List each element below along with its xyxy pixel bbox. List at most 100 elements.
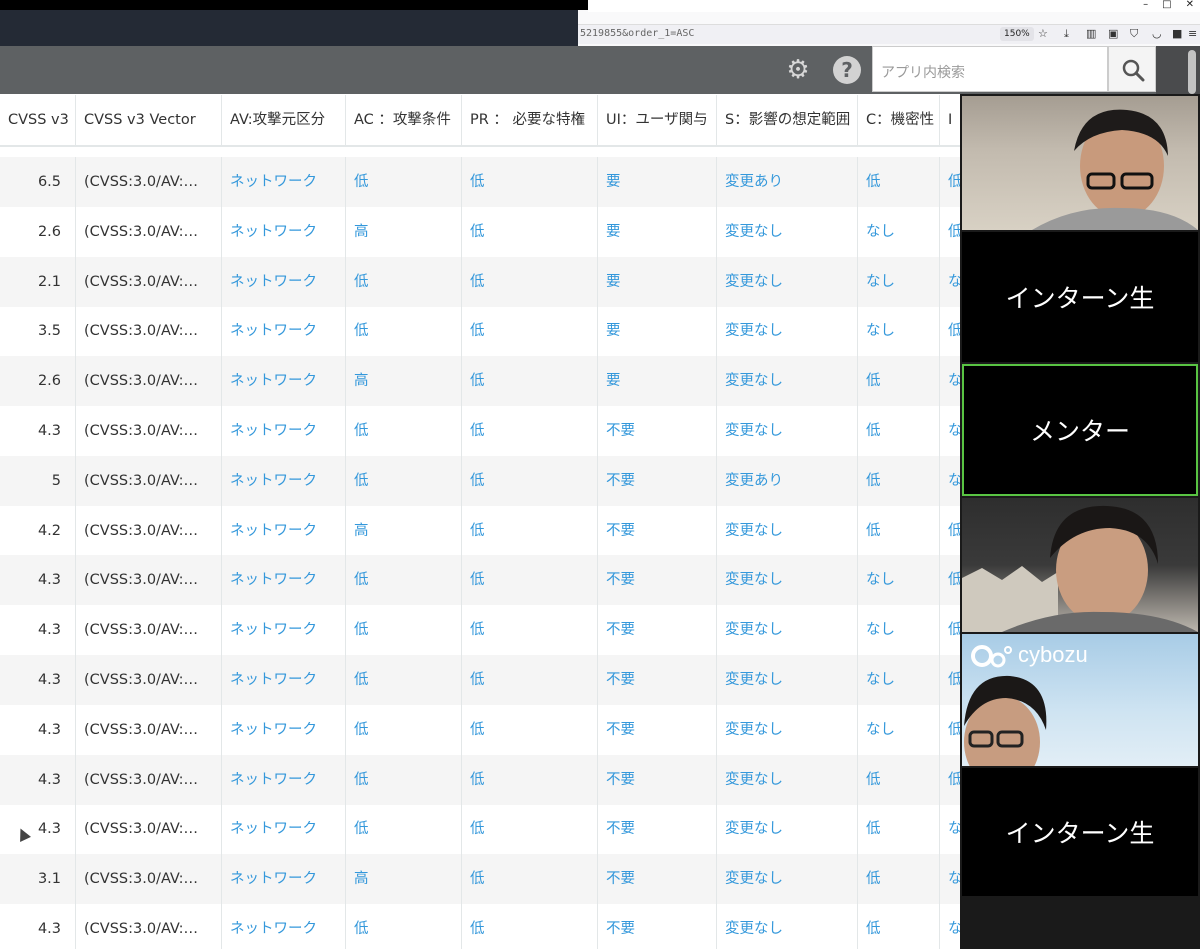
cell-pr[interactable]: 低 <box>462 206 598 257</box>
cell-ui[interactable]: 不要 <box>598 406 717 456</box>
participant-video-2[interactable] <box>962 498 1198 632</box>
cell-av[interactable]: ネットワーク <box>222 555 346 606</box>
cell-pr[interactable]: 低 <box>462 904 598 949</box>
cell-ac[interactable]: 低 <box>346 256 462 307</box>
participant-video-3[interactable]: cybozu <box>962 634 1198 766</box>
cell-av[interactable]: ネットワーク <box>222 804 346 855</box>
zoom-indicator[interactable]: 150% <box>1000 27 1034 41</box>
participant-video-1[interactable] <box>962 96 1198 230</box>
maximize-icon[interactable]: □ <box>1162 0 1171 10</box>
cell-c[interactable]: なし <box>858 256 940 307</box>
cell-ac[interactable]: 高 <box>346 505 462 556</box>
column-header-pr[interactable]: PR ： 必要な特権 <box>462 95 598 147</box>
cell-s[interactable]: 変更あり <box>717 157 858 207</box>
cell-ui[interactable]: 不要 <box>598 455 717 506</box>
cell-pr[interactable]: 低 <box>462 555 598 606</box>
participant-tile-intern-1[interactable]: インターン生 <box>962 232 1198 362</box>
cell-av[interactable]: ネットワーク <box>222 904 346 949</box>
pocket-icon[interactable]: ◡ <box>1152 27 1162 40</box>
bookmark-star-icon[interactable]: ☆ <box>1038 27 1048 40</box>
cell-c[interactable]: 低 <box>858 754 940 805</box>
cell-s[interactable]: 変更なし <box>717 356 858 407</box>
cell-ac[interactable]: 低 <box>346 306 462 357</box>
cell-ac[interactable]: 低 <box>346 904 462 949</box>
cell-av[interactable]: ネットワーク <box>222 406 346 456</box>
participant-tile-mentor[interactable]: メンター <box>962 364 1198 496</box>
cell-av[interactable]: ネットワーク <box>222 505 346 556</box>
cell-c[interactable]: 低 <box>858 804 940 855</box>
cell-ac[interactable]: 高 <box>346 356 462 407</box>
cell-ac[interactable]: 低 <box>346 157 462 207</box>
url-text[interactable]: 5219855&order_1=ASC <box>580 28 694 39</box>
cell-c[interactable]: なし <box>858 206 940 257</box>
menu-icon[interactable]: ≡ <box>1188 27 1197 40</box>
cell-c[interactable]: 低 <box>858 157 940 207</box>
cell-ui[interactable]: 要 <box>598 356 717 407</box>
cell-ac[interactable]: 低 <box>346 455 462 506</box>
cell-pr[interactable]: 低 <box>462 157 598 207</box>
cell-ac[interactable]: 低 <box>346 555 462 606</box>
cell-pr[interactable]: 低 <box>462 704 598 755</box>
cell-c[interactable]: なし <box>858 555 940 606</box>
cell-av[interactable]: ネットワーク <box>222 854 346 905</box>
cell-ui[interactable]: 不要 <box>598 854 717 905</box>
shield-icon[interactable]: ⛉ <box>1130 27 1138 41</box>
close-icon[interactable]: ✕ <box>1186 0 1194 10</box>
cell-c[interactable]: なし <box>858 704 940 755</box>
cell-pr[interactable]: 低 <box>462 854 598 905</box>
cell-c[interactable]: 低 <box>858 904 940 949</box>
cell-ac[interactable]: 高 <box>346 206 462 257</box>
cell-ui[interactable]: 要 <box>598 206 717 257</box>
download-icon[interactable]: ⤓ <box>1064 27 1069 41</box>
cell-ac[interactable]: 低 <box>346 704 462 755</box>
cell-ui[interactable]: 不要 <box>598 904 717 949</box>
cell-ac[interactable]: 低 <box>346 605 462 656</box>
cell-ui[interactable]: 不要 <box>598 704 717 755</box>
cell-c[interactable]: なし <box>858 605 940 656</box>
cell-ac[interactable]: 低 <box>346 406 462 456</box>
gear-icon[interactable]: ⚙ <box>784 56 812 84</box>
cell-s[interactable]: 変更なし <box>717 256 858 307</box>
cell-ui[interactable]: 要 <box>598 256 717 307</box>
cell-s[interactable]: 変更なし <box>717 555 858 606</box>
cell-s[interactable]: 変更あり <box>717 455 858 506</box>
cell-s[interactable]: 変更なし <box>717 655 858 705</box>
cell-s[interactable]: 変更なし <box>717 754 858 805</box>
cell-s[interactable]: 変更なし <box>717 704 858 755</box>
cell-c[interactable]: 低 <box>858 505 940 556</box>
extension-icon[interactable]: ■ <box>1172 27 1182 40</box>
column-header-cvss-score[interactable]: CVSS v3 <box>0 95 76 147</box>
cell-c[interactable]: 低 <box>858 455 940 506</box>
help-icon[interactable]: ? <box>833 56 861 84</box>
column-header-ac[interactable]: AC ：攻撃条件 <box>346 95 462 147</box>
cell-ui[interactable]: 不要 <box>598 655 717 705</box>
cell-ui[interactable]: 要 <box>598 157 717 207</box>
cell-c[interactable]: 低 <box>858 406 940 456</box>
cell-pr[interactable]: 低 <box>462 306 598 357</box>
cell-c[interactable]: なし <box>858 655 940 705</box>
cell-av[interactable]: ネットワーク <box>222 256 346 307</box>
cell-av[interactable]: ネットワーク <box>222 754 346 805</box>
cell-pr[interactable]: 低 <box>462 256 598 307</box>
cell-av[interactable]: ネットワーク <box>222 655 346 705</box>
cell-pr[interactable]: 低 <box>462 605 598 656</box>
cell-ac[interactable]: 高 <box>346 854 462 905</box>
cell-s[interactable]: 変更なし <box>717 505 858 556</box>
cell-ui[interactable]: 不要 <box>598 505 717 556</box>
column-header-ui[interactable]: UI：ユーザ関与 <box>598 95 717 147</box>
reader-icon[interactable]: ▣ <box>1108 27 1118 40</box>
cell-pr[interactable]: 低 <box>462 505 598 556</box>
column-header-c[interactable]: C：機密性 <box>858 95 940 147</box>
cell-s[interactable]: 変更なし <box>717 306 858 357</box>
participant-tile-intern-2[interactable]: インターン生 <box>962 768 1198 896</box>
minimize-icon[interactable]: – <box>1143 0 1148 10</box>
cell-ui[interactable]: 不要 <box>598 754 717 805</box>
cell-s[interactable]: 変更なし <box>717 406 858 456</box>
library-icon[interactable]: ▥ <box>1086 27 1096 40</box>
cell-pr[interactable]: 低 <box>462 406 598 456</box>
cell-s[interactable]: 変更なし <box>717 605 858 656</box>
cell-av[interactable]: ネットワーク <box>222 356 346 407</box>
cell-ac[interactable]: 低 <box>346 655 462 705</box>
cell-pr[interactable]: 低 <box>462 455 598 506</box>
cell-s[interactable]: 変更なし <box>717 904 858 949</box>
